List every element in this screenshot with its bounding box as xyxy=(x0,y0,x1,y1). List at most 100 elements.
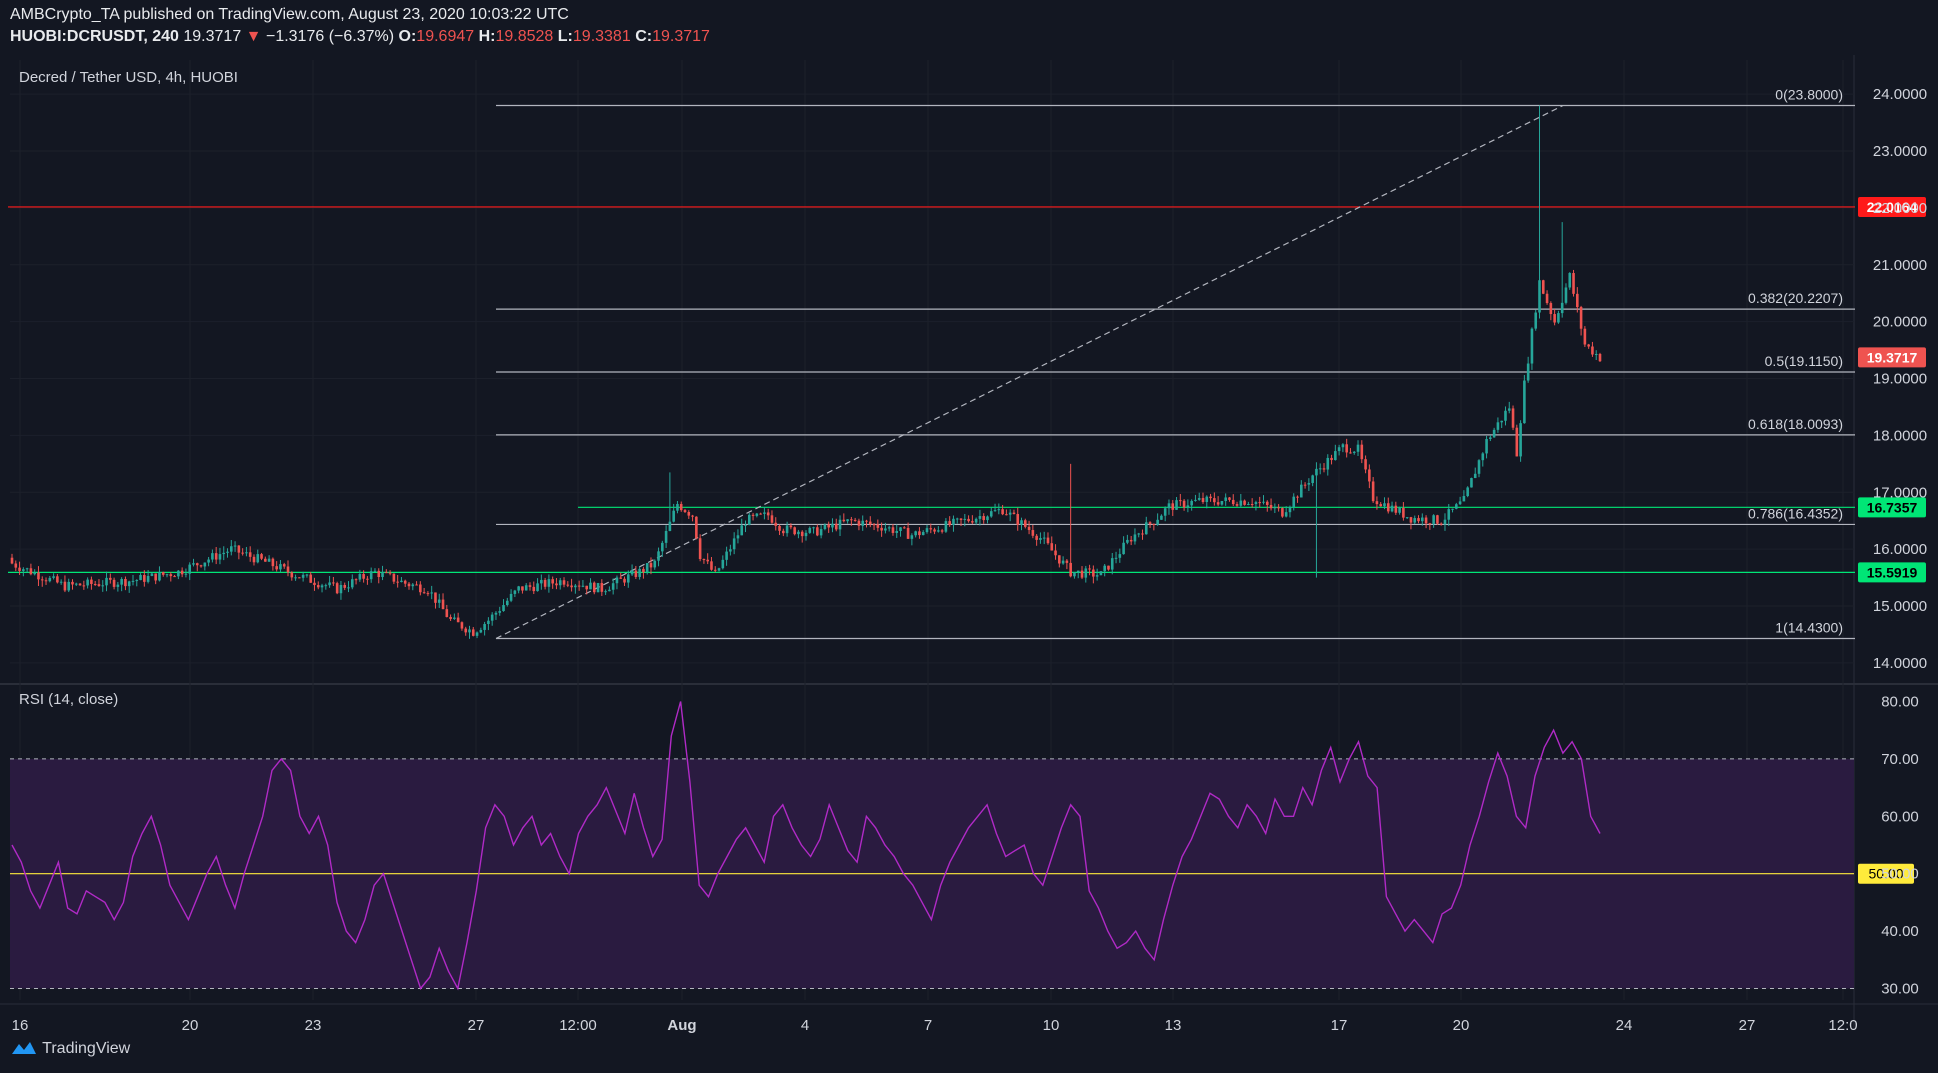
candle-body xyxy=(1455,504,1458,509)
candle-body xyxy=(642,568,645,573)
candle-body xyxy=(1420,517,1424,522)
candle-body xyxy=(1436,515,1439,524)
candle-body xyxy=(1303,484,1307,486)
candle-body xyxy=(475,632,479,636)
candle-body xyxy=(521,586,524,591)
candle-body xyxy=(131,580,135,582)
candle-body xyxy=(653,560,657,568)
candle-body xyxy=(1519,423,1522,457)
tradingview-logo[interactable]: TradingView xyxy=(10,1040,130,1058)
candle-body xyxy=(1496,422,1500,430)
candle-body xyxy=(1402,507,1405,518)
candle-body xyxy=(1069,562,1072,577)
candle-body xyxy=(207,559,210,563)
candle-body xyxy=(1579,307,1583,329)
candle-body xyxy=(1080,570,1084,578)
candle-body xyxy=(97,584,101,586)
candle-body xyxy=(1156,519,1159,525)
candle-body xyxy=(1216,502,1220,505)
candle-body xyxy=(1386,503,1390,512)
candle-body xyxy=(1175,500,1178,510)
candle-body xyxy=(1356,444,1360,452)
time-tick-label: Aug xyxy=(667,1017,696,1034)
time-tick-label: 27 xyxy=(468,1017,485,1034)
candle-body xyxy=(105,577,108,586)
candle-body xyxy=(1541,280,1545,294)
candle-body xyxy=(1564,287,1568,303)
candle-body xyxy=(248,552,252,557)
time-tick-label: 12:0 xyxy=(1828,1017,1857,1034)
candle-body xyxy=(574,585,577,588)
candle-body xyxy=(1137,533,1141,535)
candle-body xyxy=(895,530,899,533)
candle-body xyxy=(362,574,365,579)
time-tick-label: 23 xyxy=(305,1017,322,1034)
candle-body xyxy=(177,570,180,577)
candle-body xyxy=(282,564,286,567)
candle-body xyxy=(1235,504,1239,506)
candle-body xyxy=(1507,408,1511,411)
candle-body xyxy=(1005,514,1008,516)
candle-body xyxy=(1020,520,1023,525)
fib-level-label: 0(23.8000) xyxy=(1775,87,1843,103)
candle-body xyxy=(1288,506,1292,513)
price-pane-title: Decred / Tether USD, 4h, HUOBI xyxy=(19,69,238,86)
chart-area[interactable]: 0(23.8000) 0.382(20.2207) 0.5(19.1150) 0.61… xyxy=(0,0,1938,1073)
candle-body xyxy=(698,538,702,560)
candle-body xyxy=(1557,313,1560,323)
candle-body xyxy=(1568,273,1572,288)
candle-body xyxy=(1587,344,1590,347)
candle-body xyxy=(494,612,498,615)
candle-body xyxy=(1186,505,1190,508)
candle-body xyxy=(218,554,222,560)
time-tick-label: 24 xyxy=(1616,1017,1633,1034)
candle-body xyxy=(343,584,347,588)
candle-body xyxy=(267,558,271,562)
candle-body xyxy=(600,583,604,592)
candle-body xyxy=(1050,543,1054,551)
candle-body xyxy=(328,582,331,586)
candle-body xyxy=(229,546,233,552)
candle-body xyxy=(487,620,490,625)
candle-body xyxy=(74,583,78,585)
candle-body xyxy=(1110,558,1114,570)
candle-body xyxy=(1250,503,1254,505)
candle-body xyxy=(1190,500,1193,506)
candle-body xyxy=(56,576,59,583)
candle-body xyxy=(1035,535,1038,540)
candle-body xyxy=(1534,312,1538,329)
candle-body xyxy=(997,509,1001,511)
candle-body xyxy=(184,573,188,575)
rsi-tick-label: 70.00 xyxy=(1881,751,1919,768)
candle-body xyxy=(52,576,55,578)
candle-body xyxy=(1114,557,1118,559)
candle-body xyxy=(180,570,184,575)
candle-body xyxy=(1500,420,1503,423)
candle-body xyxy=(1409,517,1413,523)
candle-body xyxy=(1122,542,1125,555)
candle-body xyxy=(687,511,691,516)
candle-body xyxy=(785,525,789,534)
candle-body xyxy=(944,521,948,532)
candle-body xyxy=(721,559,725,569)
candle-body xyxy=(1201,498,1205,503)
candle-body xyxy=(918,531,921,536)
candle-body xyxy=(313,582,316,586)
candle-body xyxy=(339,584,343,594)
candle-body xyxy=(449,617,452,619)
candle-body xyxy=(1379,504,1383,507)
candle-body xyxy=(1341,444,1345,448)
time-tick-label: 12:00 xyxy=(559,1017,597,1034)
candle-body xyxy=(509,593,513,601)
candle-body xyxy=(1462,496,1466,502)
candle-body xyxy=(974,518,978,523)
candle-body xyxy=(1511,408,1515,428)
candle-body xyxy=(1598,353,1602,362)
candle-body xyxy=(827,524,830,528)
candle-body xyxy=(350,579,354,588)
candle-body xyxy=(608,589,611,592)
candle-body xyxy=(1447,509,1451,520)
candle-body xyxy=(626,574,630,583)
candle-body xyxy=(1213,498,1216,503)
candle-body xyxy=(876,524,880,528)
